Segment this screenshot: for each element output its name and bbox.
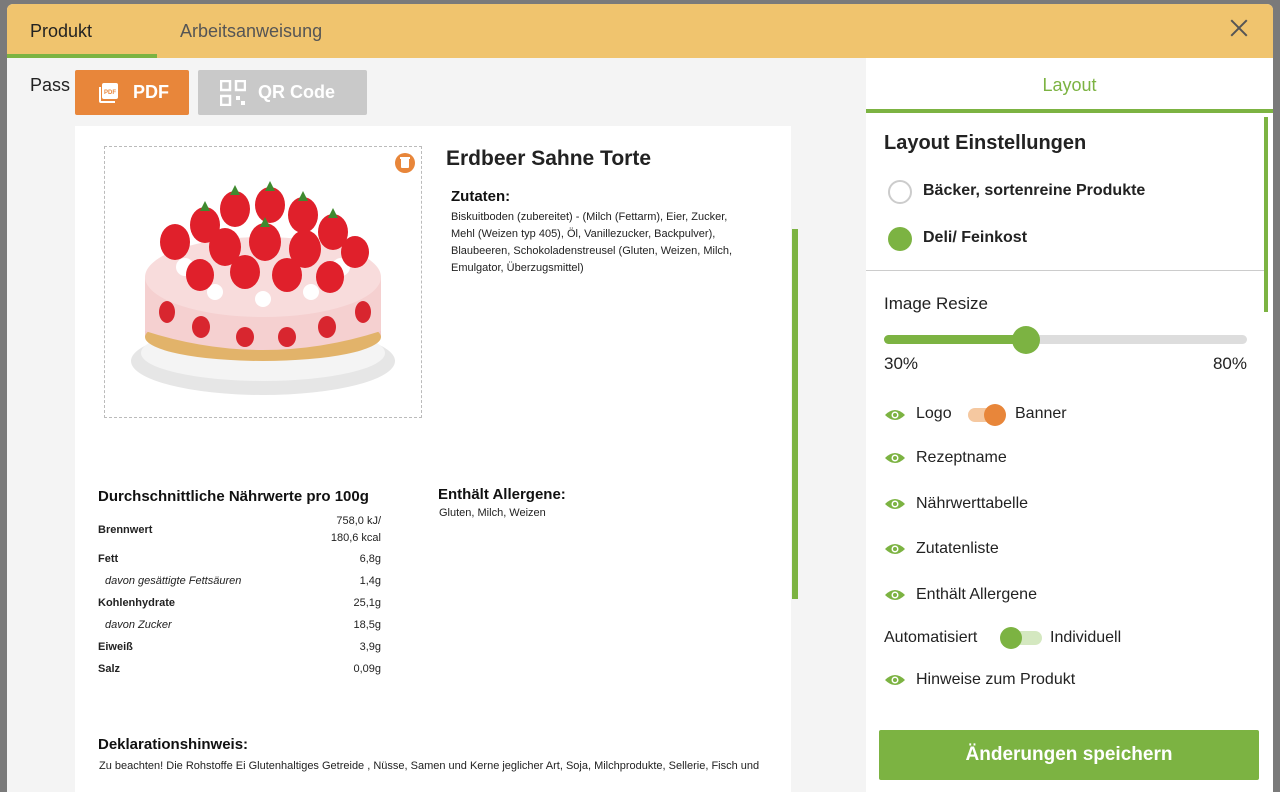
divider — [866, 270, 1264, 271]
image-resize-label: Image Resize — [884, 294, 988, 313]
toggle-knob — [1000, 627, 1022, 649]
qr-code-icon — [220, 79, 246, 106]
save-changes-button[interactable]: Änderungen speichern — [879, 730, 1259, 780]
radio-deli[interactable] — [888, 227, 912, 251]
visibility-allergene: Enthält Allergene — [916, 586, 1037, 603]
ingredients-heading: Zutaten: — [451, 188, 511, 205]
declaration-text: Zu beachten! Die Rohstoffe Ei Glutenhalt… — [99, 760, 760, 772]
allergens-text: Gluten, Milch, Weizen — [439, 507, 546, 519]
ingredients-text: Biskuitboden (zubereitet) - (Milch (Fett… — [451, 211, 733, 274]
auto-individual-toggle[interactable] — [1000, 627, 1048, 649]
close-icon[interactable] — [1227, 16, 1251, 40]
pdf-button-label: PDF — [133, 82, 169, 102]
nutrition-row: davon gesättigte Fettsäuren 1,4g — [105, 575, 381, 587]
delete-image-icon[interactable] — [395, 153, 415, 173]
logo-label: Logo — [916, 405, 952, 422]
logo-banner-toggle[interactable] — [962, 404, 1010, 426]
visibility-zutatenliste: Zutatenliste — [916, 540, 999, 557]
image-resize-slider[interactable] — [884, 326, 1247, 354]
slider-handle[interactable] — [1011, 326, 1040, 354]
individual-label: Individuell — [1050, 629, 1122, 646]
nutrition-heading: Durchschnittliche Nährwerte pro 100g — [98, 488, 369, 505]
slider-min-label: 30% — [884, 354, 919, 373]
qr-code-button-label: QR Code — [258, 82, 336, 102]
slider-max-label: 80% — [1212, 354, 1247, 373]
declaration-heading: Deklarationshinweis: — [98, 736, 249, 753]
visibility-hinweise: Hinweise zum Produkt — [916, 671, 1076, 688]
nutrition-row: Salz 0,09g — [98, 663, 381, 675]
slider-fill — [884, 335, 1026, 344]
radio-baecker[interactable] — [888, 180, 912, 204]
svg-text:PDF: PDF — [104, 90, 116, 96]
preview-scrollbar[interactable] — [792, 229, 798, 599]
tab-work-instruction[interactable]: Arbeitsanweisung — [157, 4, 345, 58]
banner-label: Banner — [1015, 405, 1067, 422]
layout-panel: Layout Layout Einstellungen Bäcker, sort… — [866, 58, 1273, 792]
eye-icon[interactable] — [884, 451, 906, 465]
visibility-naehrwerttabelle: Nährwerttabelle — [916, 495, 1029, 512]
pdf-button[interactable]: PDF PDF — [75, 70, 189, 115]
tab-product-pass[interactable]: Produkt Pass — [7, 4, 157, 95]
radio-baecker-label[interactable]: Bäcker, sortenreine Produkte — [923, 182, 1145, 200]
automated-label: Automatisiert — [884, 629, 978, 646]
tab-layout[interactable]: Layout — [866, 58, 1273, 113]
nutrition-row: Eiweiß 3,9g — [98, 641, 381, 653]
nutrition-row: Brennwert 758,0 kJ/ 180,6 kcal — [98, 515, 381, 544]
qr-code-button[interactable]: QR Code — [198, 70, 367, 115]
strawberry-cake-image — [131, 181, 395, 395]
allergens-heading: Enthält Allergene: — [438, 486, 566, 503]
nutrition-row: Fett 6,8g — [98, 553, 381, 565]
nutrition-table: Brennwert 758,0 kJ/ 180,6 kcal Fett 6,8g… — [98, 512, 381, 680]
nutrition-row: Kohlenhydrate 25,1g — [98, 597, 381, 609]
recipe-title: Erdbeer Sahne Torte — [446, 147, 651, 170]
nutrition-row: davon Zucker 18,5g — [105, 619, 381, 631]
toggle-knob — [984, 404, 1006, 426]
eye-icon[interactable] — [884, 408, 906, 422]
visibility-rezeptname: Rezeptname — [916, 449, 1007, 466]
product-pass-preview: Erdbeer Sahne Torte Zutaten: Biskuitbode… — [75, 126, 791, 792]
panel-scrollbar[interactable] — [1264, 117, 1268, 312]
product-pass-modal: Produkt Pass Arbeitsanweisung PDF PDF QR… — [7, 4, 1273, 792]
eye-icon[interactable] — [884, 588, 906, 602]
eye-icon[interactable] — [884, 542, 906, 556]
modal-header: Produkt Pass Arbeitsanweisung — [7, 4, 1273, 95]
eye-icon[interactable] — [884, 673, 906, 687]
radio-deli-label[interactable]: Deli/ Feinkost — [923, 229, 1027, 247]
layout-settings-title: Layout Einstellungen — [884, 132, 1087, 154]
eye-icon[interactable] — [884, 497, 906, 511]
product-image[interactable] — [104, 146, 422, 418]
pdf-icon: PDF — [99, 82, 118, 103]
